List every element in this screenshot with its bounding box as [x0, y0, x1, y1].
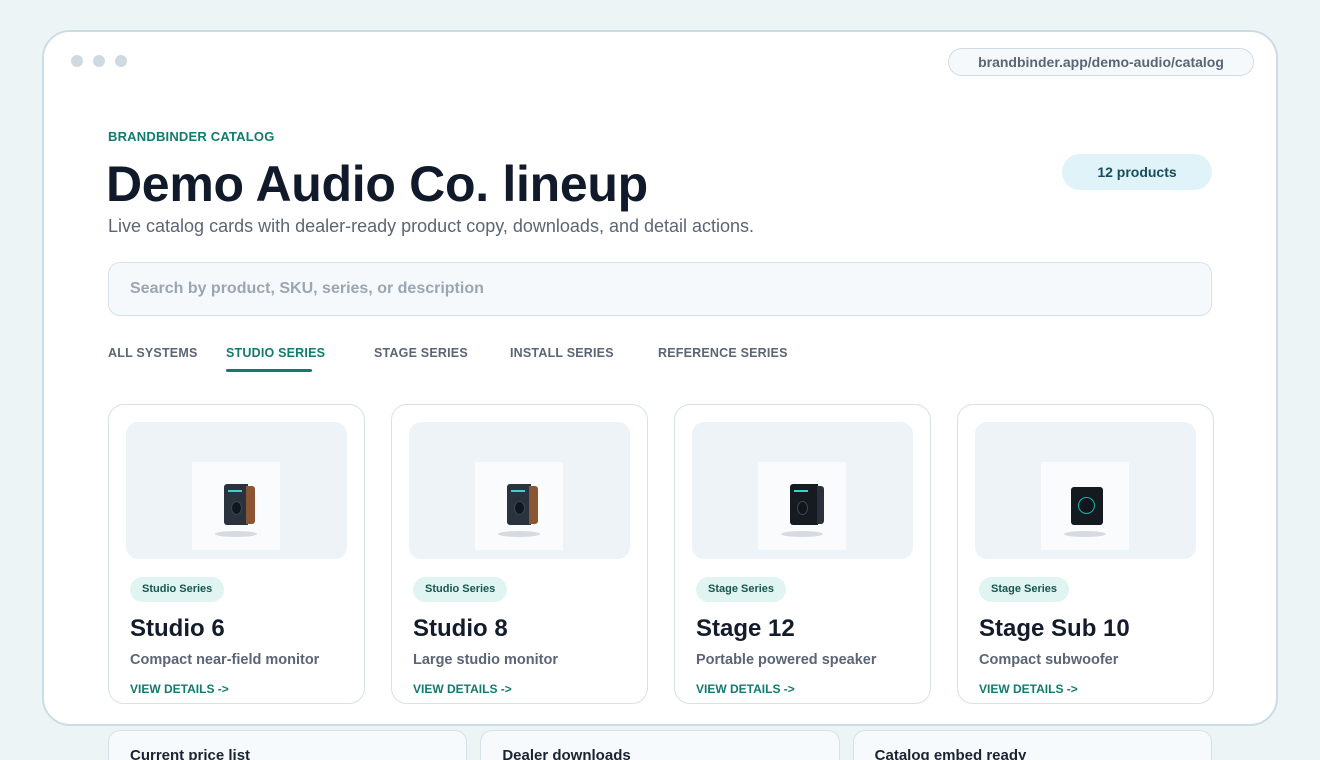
- series-badge: Stage Series: [696, 577, 787, 602]
- close-dot-icon[interactable]: [71, 55, 83, 67]
- product-count-badge: 12 products: [1062, 154, 1212, 190]
- page-eyebrow: BRANDBINDER CATALOG: [108, 129, 275, 144]
- view-details-link[interactable]: VIEW DETAILS ->: [696, 682, 795, 696]
- product-card-studio-6[interactable]: Studio Series Studio 6 Compact near-fiel…: [108, 404, 365, 704]
- info-card-dealer-downloads[interactable]: Dealer downloads: [480, 730, 840, 760]
- series-badge: Studio Series: [413, 577, 508, 602]
- powered-speaker-icon: [790, 484, 824, 525]
- info-card-catalog-embed[interactable]: Catalog embed ready: [852, 730, 1212, 760]
- product-name: Studio 6: [130, 615, 225, 642]
- view-details-link[interactable]: VIEW DETAILS ->: [413, 682, 512, 696]
- product-image: [409, 422, 630, 559]
- product-description: Large studio monitor: [413, 652, 558, 668]
- product-image: [975, 422, 1196, 559]
- info-card-title: Catalog embed ready: [874, 747, 1027, 760]
- minimize-dot-icon[interactable]: [93, 55, 105, 67]
- view-details-link[interactable]: VIEW DETAILS ->: [979, 682, 1078, 696]
- series-tabs: ALL SYSTEMS STUDIO SERIES STAGE SERIES I…: [108, 346, 908, 376]
- browser-window: brandbinder.app/demo-audio/catalog BRAND…: [42, 30, 1278, 726]
- tab-studio-series[interactable]: STUDIO SERIES: [226, 346, 325, 360]
- product-name: Stage Sub 10: [979, 615, 1130, 642]
- product-grid: Studio Series Studio 6 Compact near-fiel…: [108, 404, 1214, 704]
- product-description: Portable powered speaker: [696, 652, 877, 668]
- info-cards-row: Current price list Dealer downloads Cata…: [108, 730, 1212, 760]
- series-badge: Studio Series: [130, 577, 225, 602]
- subwoofer-icon: [1071, 487, 1103, 528]
- product-image: [126, 422, 347, 559]
- product-card-stage-12[interactable]: Stage Series Stage 12 Portable powered s…: [674, 404, 931, 704]
- product-image: [692, 422, 913, 559]
- studio-monitor-icon: [224, 484, 255, 525]
- tab-stage-series[interactable]: STAGE SERIES: [374, 346, 468, 360]
- active-tab-indicator: [226, 369, 312, 372]
- tab-reference-series[interactable]: REFERENCE SERIES: [658, 346, 788, 360]
- info-card-title: Current price list: [130, 747, 251, 760]
- browser-chrome: brandbinder.app/demo-audio/catalog: [44, 32, 1276, 94]
- page-title: Demo Audio Co. lineup: [106, 156, 648, 212]
- studio-monitor-icon: [507, 484, 538, 525]
- page-subtitle: Live catalog cards with dealer-ready pro…: [108, 216, 755, 236]
- info-card-title: Dealer downloads: [502, 747, 631, 760]
- product-description: Compact subwoofer: [979, 652, 1119, 668]
- product-card-stage-sub-10[interactable]: Stage Series Stage Sub 10 Compact subwoo…: [957, 404, 1214, 704]
- tab-install-series[interactable]: INSTALL SERIES: [510, 346, 614, 360]
- info-card-price-list[interactable]: Current price list: [108, 730, 468, 760]
- window-controls: [71, 55, 127, 67]
- product-name: Studio 8: [413, 615, 508, 642]
- maximize-dot-icon[interactable]: [115, 55, 127, 67]
- tab-all-systems[interactable]: ALL SYSTEMS: [108, 346, 197, 360]
- product-card-studio-8[interactable]: Studio Series Studio 8 Large studio moni…: [391, 404, 648, 704]
- address-bar[interactable]: brandbinder.app/demo-audio/catalog: [948, 48, 1254, 76]
- product-name: Stage 12: [696, 615, 795, 642]
- product-description: Compact near-field monitor: [130, 652, 320, 668]
- view-details-link[interactable]: VIEW DETAILS ->: [130, 682, 229, 696]
- search-input[interactable]: [108, 262, 1212, 316]
- series-badge: Stage Series: [979, 577, 1070, 602]
